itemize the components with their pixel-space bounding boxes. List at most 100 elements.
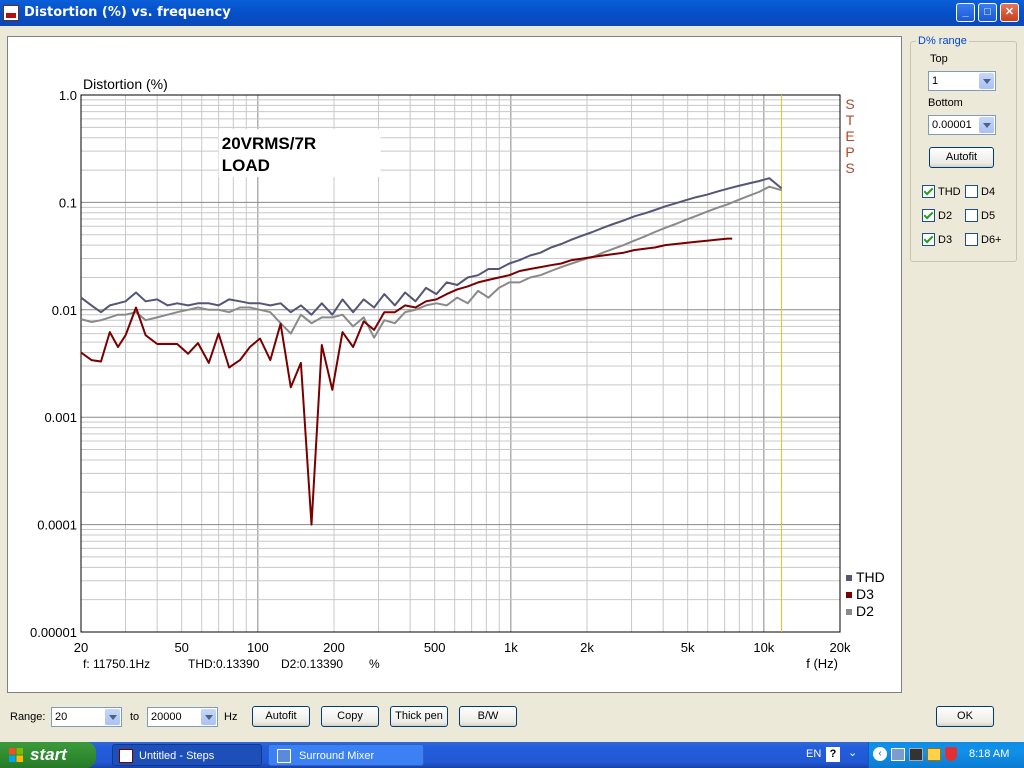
range-to-value: 20000 <box>151 711 182 723</box>
task-untitled-steps-label: Untitled - Steps <box>139 750 215 762</box>
d4-checkbox[interactable] <box>965 185 978 198</box>
x-axis-label: f (Hz) <box>806 656 838 671</box>
clock: 8:18 AM <box>969 748 1010 760</box>
y-axis-label: Distortion (%) <box>83 76 168 92</box>
monitor-icon[interactable] <box>909 748 923 761</box>
y-tick-label: 0.00001 <box>30 625 77 640</box>
steps-brand-letter: S <box>845 96 854 112</box>
range-autofit-button[interactable]: Autofit <box>929 147 994 168</box>
annotation-text: LOAD <box>222 156 270 175</box>
legend-swatch-thd <box>846 575 852 581</box>
d2-checkbox[interactable] <box>922 209 935 222</box>
autofit-button[interactable]: Autofit <box>252 706 310 727</box>
steps-brand-letter: T <box>846 112 855 128</box>
thd-checkbox[interactable] <box>922 185 935 198</box>
range-from-select[interactable]: 20 <box>51 707 122 727</box>
range-label: Range: <box>10 711 46 723</box>
ok-button[interactable]: OK <box>936 706 994 727</box>
x-tick-label: 5k <box>681 640 695 655</box>
distortion-chart[interactable]: 0.00001 0.0001 0.001 0.01 0.1 1.0 20 50 100 200 50… <box>8 37 901 692</box>
y-tick-label: 0.001 <box>44 410 77 425</box>
x-tick-label: 10k <box>753 640 774 655</box>
legend-swatch-d2 <box>846 609 852 615</box>
x-tick-label: 50 <box>174 640 188 655</box>
chevron-down-icon[interactable]: ⌄ <box>848 746 857 759</box>
steps-task-icon <box>119 749 133 763</box>
bottom-toolbar: Range: 20 to 20000 Hz Autofit Copy Thick… <box>0 674 1024 727</box>
steps-brand-letter: P <box>845 144 854 160</box>
plot-panel[interactable]: 0.00001 0.0001 0.001 0.01 0.1 1.0 20 50 100 200 50… <box>7 36 902 693</box>
start-button[interactable]: start <box>0 742 96 768</box>
legend-swatch-d3 <box>846 592 852 598</box>
steps-brand-letter: E <box>845 128 854 144</box>
chevron-down-icon[interactable] <box>979 117 994 133</box>
d4-checkbox-label: D4 <box>981 186 996 198</box>
x-tick-label: 100 <box>247 640 269 655</box>
close-button[interactable]: ✕ <box>1000 3 1019 22</box>
d5-checkbox-label: D5 <box>981 210 996 222</box>
to-label: to <box>130 711 140 723</box>
legend-label-d3: D3 <box>856 586 874 602</box>
range-from-value: 20 <box>55 711 68 723</box>
main-area: 0.00001 0.0001 0.001 0.01 0.1 1.0 20 50 100 200 50… <box>0 26 1024 742</box>
legend-label-d2: D2 <box>856 603 874 619</box>
d6plus-checkbox-label: D6+ <box>981 234 1002 246</box>
task-surround-mixer-label: Surround Mixer <box>299 750 375 762</box>
d3-checkbox-label: D3 <box>938 234 953 246</box>
x-tick-label: 2k <box>580 640 594 655</box>
d3-checkbox[interactable] <box>922 233 935 246</box>
maximize-button[interactable]: □ <box>978 3 997 22</box>
d-range-group-title: D% range <box>916 35 969 47</box>
steps-brand-letter: S <box>845 160 854 176</box>
taskbar: start Untitled - Steps Surround Mixer EN… <box>0 742 1024 768</box>
bw-button[interactable]: B/W <box>459 706 517 727</box>
network-icon[interactable] <box>891 748 905 761</box>
annotation-text: 20VRMS/7R <box>222 134 316 153</box>
title-bar[interactable]: Distortion (%) vs. frequency _ □ ✕ <box>0 0 1024 26</box>
window-title: Distortion (%) vs. frequency <box>24 5 231 20</box>
shield-icon[interactable] <box>945 747 957 761</box>
x-tick-label: 20 <box>74 640 88 655</box>
language-indicator[interactable]: EN <box>806 748 821 760</box>
hz-unit-label: Hz <box>224 711 238 723</box>
y-tick-label: 0.0001 <box>37 518 77 533</box>
thd-checkbox-label: THD <box>938 186 961 198</box>
x-tick-label: 1k <box>504 640 518 655</box>
start-label: start <box>30 745 67 764</box>
thick-pen-button[interactable]: Thick pen <box>390 706 448 727</box>
range-to-select[interactable]: 20000 <box>147 707 218 727</box>
legend-label-thd: THD <box>856 569 885 585</box>
frequency-readout: f: 11750.1Hz <box>83 657 150 671</box>
top-label: Top <box>930 53 948 65</box>
top-select-value: 1 <box>932 75 939 87</box>
x-tick-label: 200 <box>323 640 345 655</box>
steps-app-icon[interactable] <box>3 5 19 21</box>
show-hidden-icons-icon[interactable]: ‹ <box>873 747 887 761</box>
d2-checkbox-label: D2 <box>938 210 953 222</box>
unit-readout: % <box>369 657 380 671</box>
windows-logo-icon <box>9 748 23 762</box>
chevron-down-icon[interactable] <box>201 709 216 725</box>
series-line-thd <box>80 177 783 316</box>
x-tick-label: 20k <box>830 640 851 655</box>
folder-icon[interactable] <box>927 748 941 761</box>
top-select[interactable]: 1 <box>928 71 996 91</box>
d6plus-checkbox[interactable] <box>965 233 978 246</box>
minimize-button[interactable]: _ <box>956 3 975 22</box>
chevron-down-icon[interactable] <box>979 73 994 89</box>
task-untitled-steps[interactable]: Untitled - Steps <box>112 744 262 766</box>
bottom-select[interactable]: 0.00001 <box>928 115 996 135</box>
y-tick-label: 0.01 <box>52 303 77 318</box>
task-surround-mixer[interactable]: Surround Mixer <box>268 744 424 766</box>
d5-checkbox[interactable] <box>965 209 978 222</box>
series-line-d3 <box>80 237 733 526</box>
chevron-down-icon[interactable] <box>105 709 120 725</box>
y-tick-label: 1.0 <box>59 88 77 103</box>
copy-button[interactable]: Copy <box>321 706 379 727</box>
help-icon[interactable]: ? <box>826 747 840 762</box>
y-tick-label: 0.1 <box>59 195 77 210</box>
x-tick-label: 500 <box>424 640 446 655</box>
system-tray: ‹ 8:18 AM <box>868 742 1024 768</box>
mixer-task-icon <box>277 749 291 763</box>
plot-frame <box>80 94 841 633</box>
